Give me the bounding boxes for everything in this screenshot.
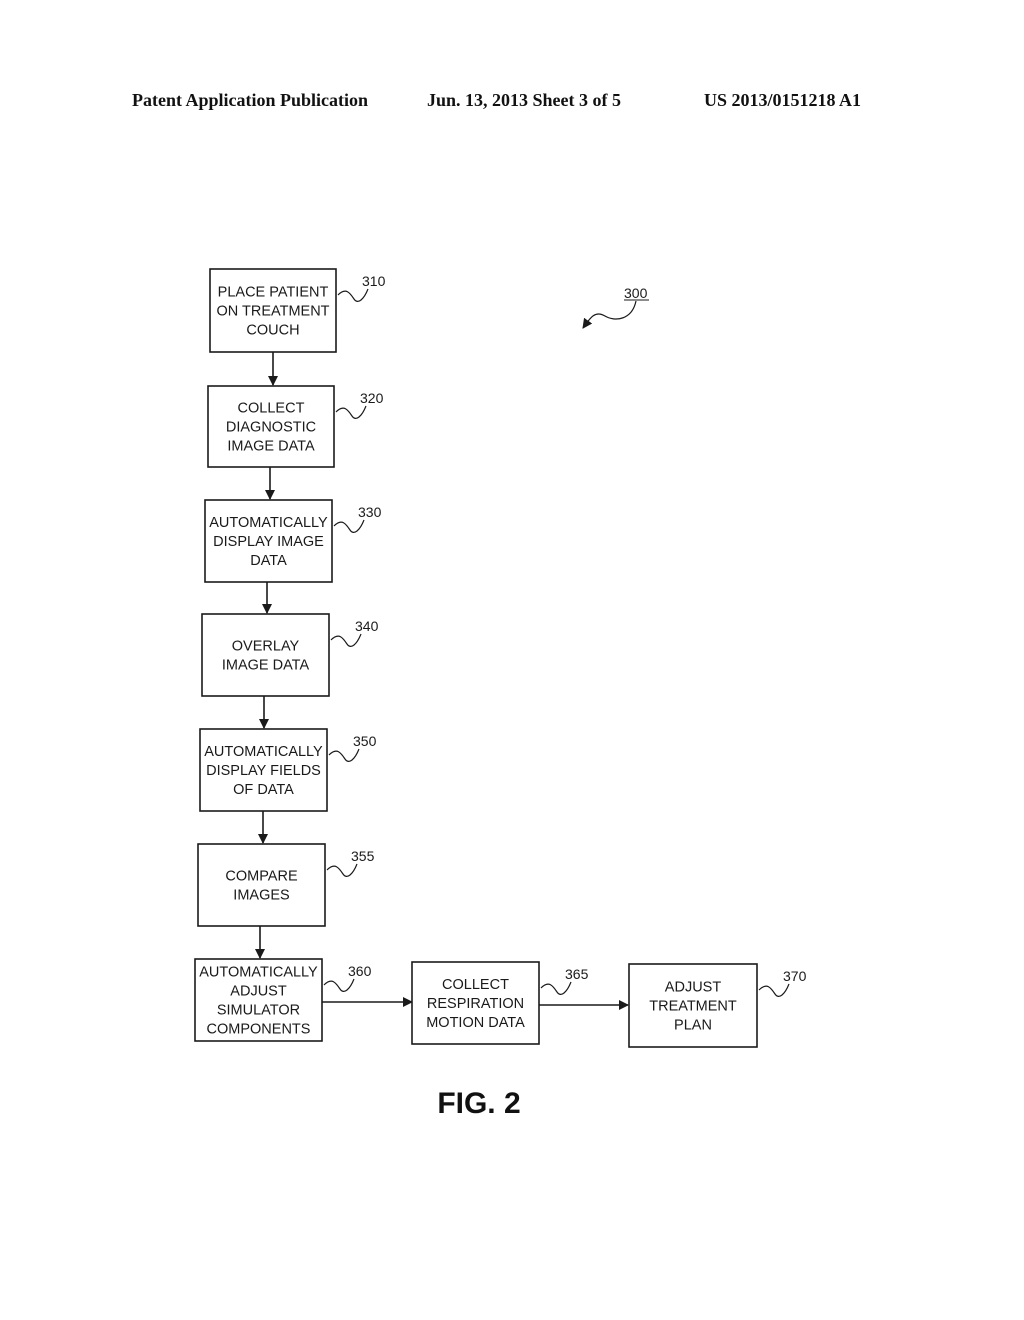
step-box — [201, 613, 330, 697]
reference-leader — [758, 983, 790, 997]
step-360: AUTOMATICALLY ADJUST SIMULATOR COMPONENTS 36… — [194, 958, 372, 1042]
step-text-line: SIMULATOR — [217, 1003, 300, 1019]
reference-leader — [326, 863, 358, 877]
step-text-line: AUTOMATICALLY — [199, 965, 318, 981]
figure-ref-arrow — [582, 300, 637, 329]
reference-numeral: 365 — [565, 966, 589, 982]
step-370: ADJUST TREATMENT PLAN 370 — [628, 963, 807, 1048]
step-text-line: DIAGNOSTIC — [226, 420, 316, 436]
step-310: PLACE PATIENT ON TREATMENT COUCH 310 — [209, 268, 386, 353]
step-355: COMPARE IMAGES 355 — [197, 843, 375, 927]
reference-numeral: 340 — [355, 618, 379, 634]
reference-leader — [337, 288, 369, 302]
reference-leader — [540, 981, 572, 995]
step-text-line: COLLECT — [442, 977, 509, 993]
reference-numeral: 320 — [360, 390, 384, 406]
reference-numeral: 355 — [351, 848, 375, 864]
reference-leader — [323, 978, 355, 992]
step-320: COLLECT DIAGNOSTIC IMAGE DATA 320 — [207, 385, 384, 468]
reference-numeral: 370 — [783, 968, 807, 984]
step-text-line: PLACE PATIENT — [218, 285, 329, 301]
step-text-line: COMPONENTS — [207, 1022, 311, 1038]
step-text-line: TREATMENT — [649, 999, 737, 1015]
reference-numeral: 350 — [353, 733, 377, 749]
step-text-line: COLLECT — [238, 401, 305, 417]
step-text-line: DISPLAY IMAGE — [213, 534, 324, 550]
figure-ref-300: 300 — [582, 285, 649, 329]
step-text-line: IMAGES — [233, 888, 289, 904]
figure-ref-label: 300 — [624, 285, 648, 301]
step-text-line: ADJUST — [665, 980, 722, 996]
step-text-line: OVERLAY — [232, 639, 300, 655]
step-text-line: AUTOMATICALLY — [209, 515, 328, 531]
step-330: AUTOMATICALLY DISPLAY IMAGE DATA 330 — [204, 499, 382, 583]
step-text-line: DISPLAY FIELDS — [206, 763, 321, 779]
step-text-line: COUCH — [246, 323, 299, 339]
figure-caption: FIG. 2 — [437, 1087, 520, 1120]
reference-numeral: 310 — [362, 273, 386, 289]
step-box — [197, 843, 326, 927]
step-text-line: ADJUST — [230, 984, 287, 1000]
reference-leader — [330, 633, 362, 647]
reference-numeral: 360 — [348, 963, 372, 979]
reference-numeral: 330 — [358, 504, 382, 520]
step-text-line: MOTION DATA — [426, 1015, 525, 1031]
step-350: AUTOMATICALLY DISPLAY FIELDS OF DATA 350 — [199, 728, 377, 812]
step-365: COLLECT RESPIRATION MOTION DATA 365 — [411, 961, 589, 1045]
step-text-line: IMAGE DATA — [222, 658, 310, 674]
reference-leader — [333, 519, 365, 533]
reference-leader — [335, 405, 367, 419]
step-text-line: IMAGE DATA — [227, 439, 315, 455]
step-text-line: RESPIRATION — [427, 996, 524, 1012]
step-text-line: ON TREATMENT — [216, 304, 329, 320]
step-text-line: AUTOMATICALLY — [204, 744, 323, 760]
step-text-line: COMPARE — [225, 869, 298, 885]
step-text-line: DATA — [250, 553, 287, 569]
reference-leader — [328, 748, 360, 762]
step-text-line: PLAN — [674, 1018, 712, 1034]
step-text-line: OF DATA — [233, 782, 294, 798]
flowchart: 300 PLACE PATIENT ON TREATMENT COUCH 310 COL… — [194, 268, 807, 1120]
step-340: OVERLAY IMAGE DATA 340 — [201, 613, 379, 697]
